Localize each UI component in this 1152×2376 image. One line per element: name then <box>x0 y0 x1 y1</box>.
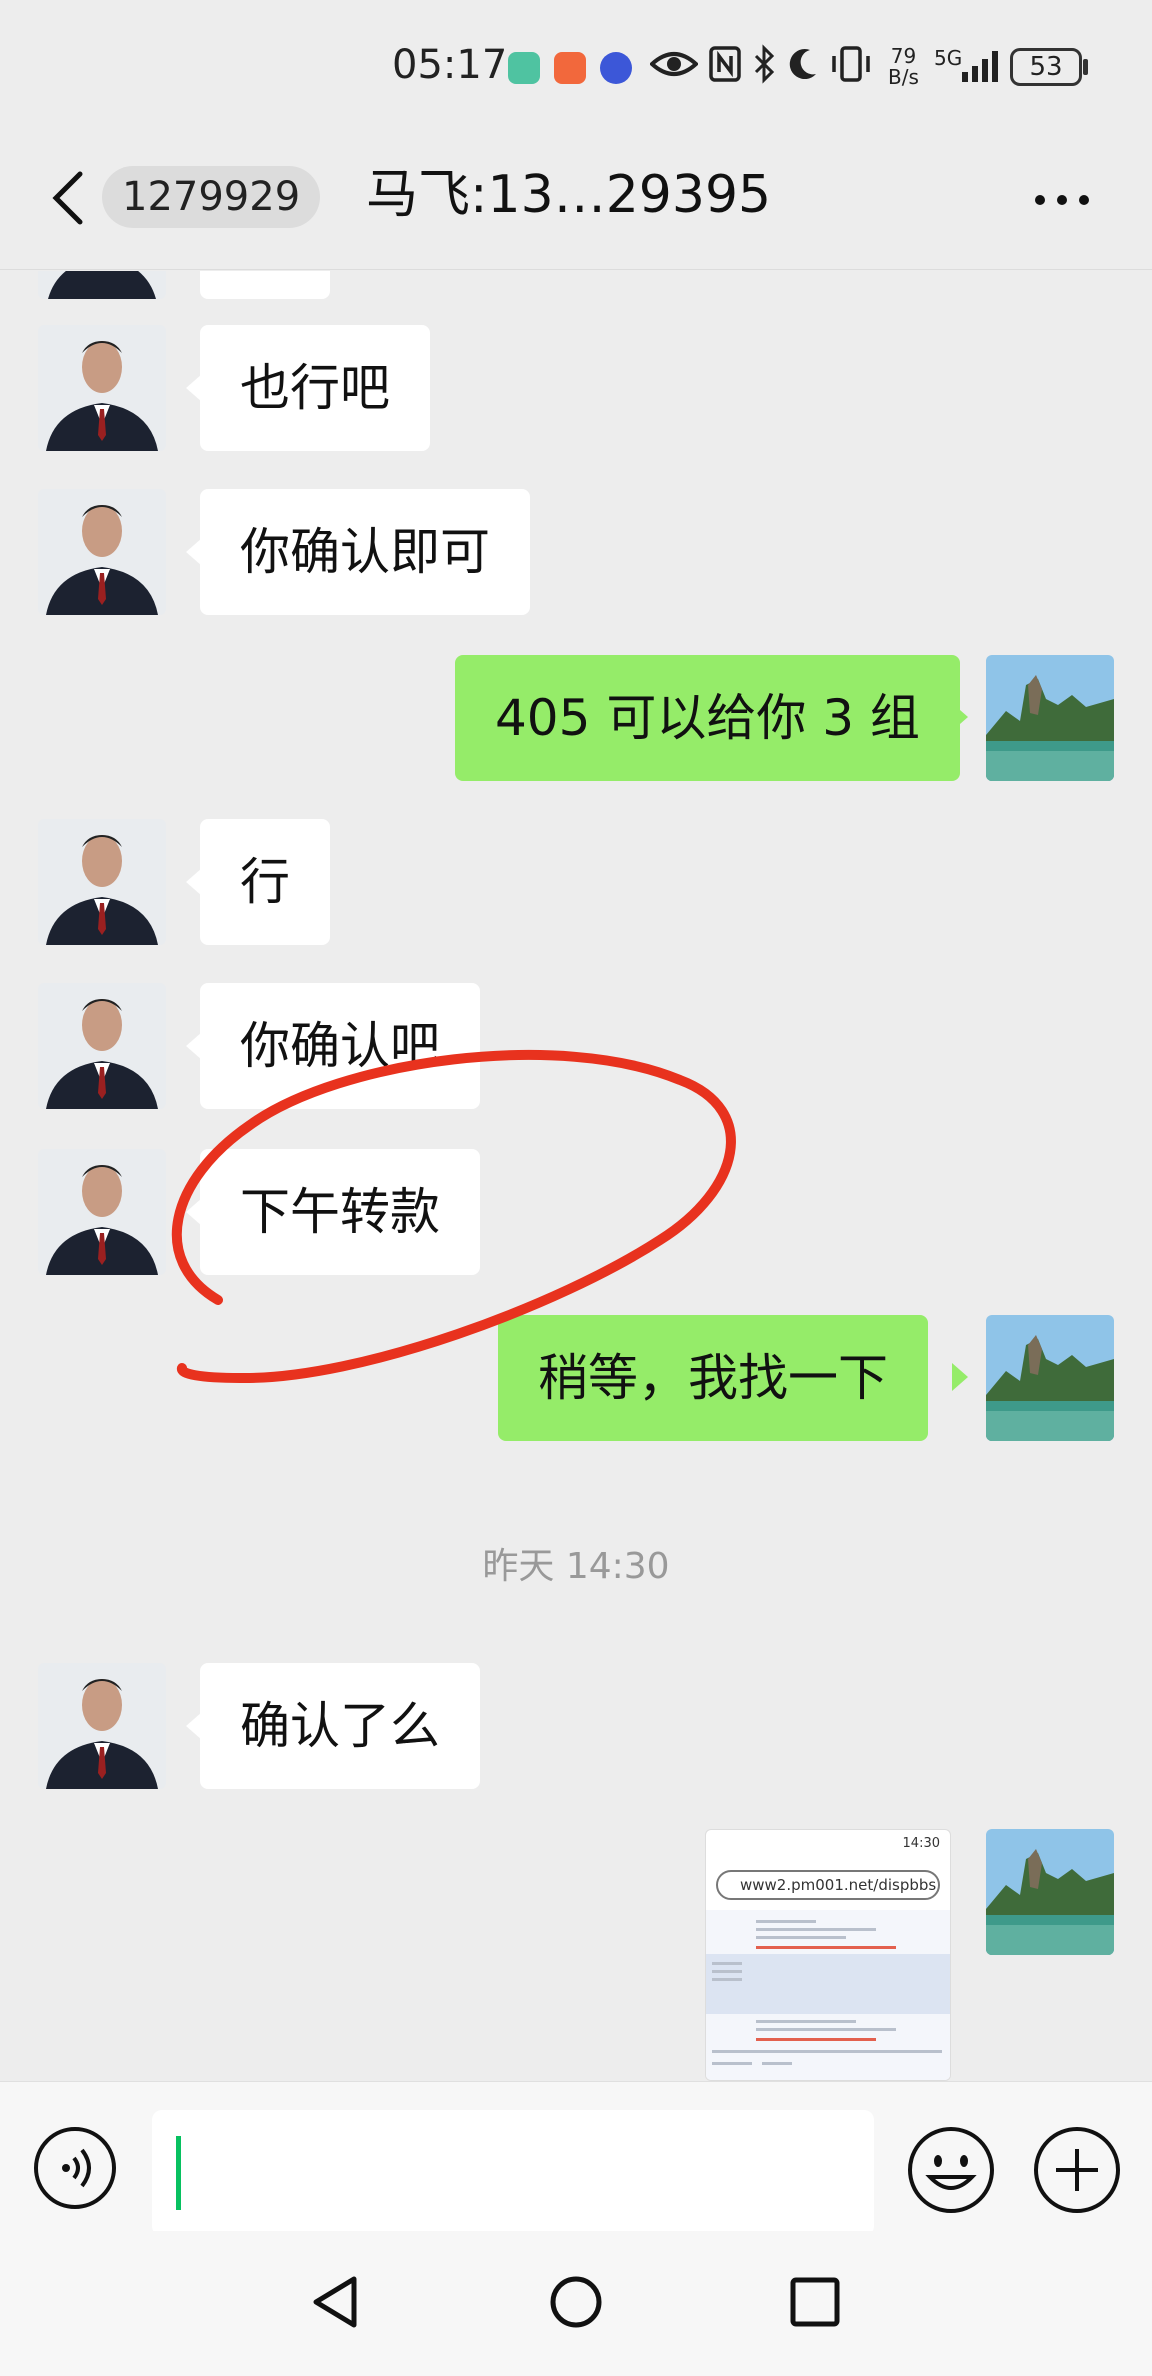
my-avatar[interactable] <box>986 655 1114 781</box>
status-bar: 05:17 79 B/s 5G 53 <box>0 0 1152 130</box>
screenshot-url-bar: www2.pm001.net/dispbbs.a <box>716 1870 940 1900</box>
emoji-button[interactable] <box>906 2125 996 2215</box>
my-avatar[interactable] <box>986 1315 1114 1441</box>
sticker-app-icon <box>600 52 632 84</box>
contact-avatar[interactable] <box>38 1663 166 1789</box>
more-options-button[interactable] <box>1030 182 1094 218</box>
screenshot-status-time: 14:30 <box>902 1836 940 1851</box>
contact-avatar[interactable] <box>38 819 166 945</box>
contact-avatar[interactable] <box>38 325 166 451</box>
voice-input-button[interactable] <box>32 2125 118 2211</box>
network-speed-value: 79 <box>890 44 917 68</box>
outgoing-message[interactable]: 405 可以给你 3 组 <box>455 655 960 781</box>
square-recents-icon <box>790 2277 840 2327</box>
chat-header: 1279929 马飞:13…29395 <box>0 130 1152 270</box>
message-input[interactable] <box>152 2110 874 2236</box>
eye-icon <box>649 42 699 97</box>
do-not-disturb-moon-icon <box>786 42 820 97</box>
circle-home-icon <box>550 2276 602 2328</box>
vibrate-icon <box>828 42 874 97</box>
network-speed-unit: B/s <box>888 65 919 89</box>
contact-avatar[interactable] <box>38 489 166 615</box>
nav-back-button[interactable] <box>302 2267 372 2337</box>
message-list[interactable]: 也行吧 你确认即可 405 可以给你 3 组 行 你确认吧 下午转款 稍等，我找… <box>0 271 1152 2081</box>
triangle-back-icon <box>313 2276 357 2328</box>
contact-avatar[interactable] <box>38 271 166 299</box>
incoming-message[interactable]: 你确认吧 <box>200 983 480 1109</box>
unread-count-badge[interactable]: 1279929 <box>102 166 321 228</box>
chat-title: 马飞:13…29395 <box>366 165 772 225</box>
message-timestamp: 昨天 14:30 <box>482 1546 670 1587</box>
screenshot-page-body <box>706 1910 950 2080</box>
emoji-icon <box>908 2127 994 2213</box>
chevron-left-icon <box>52 171 83 225</box>
my-avatar[interactable] <box>986 1829 1114 1955</box>
text-caret <box>176 2136 181 2210</box>
system-navigation-bar <box>0 2231 1152 2376</box>
message-bubble-cropped[interactable] <box>200 271 330 299</box>
nav-recents-button[interactable] <box>780 2267 850 2337</box>
more-dots-icon <box>1035 195 1089 205</box>
contact-avatar[interactable] <box>38 983 166 1109</box>
clock-app-icon <box>554 52 586 84</box>
battery-indicator: 53 <box>1010 48 1082 86</box>
plus-icon <box>1034 2127 1120 2213</box>
image-message[interactable]: 14:30 www2.pm001.net/dispbbs.a <box>705 1829 951 2081</box>
battery-nub <box>1083 59 1088 75</box>
network-speed: 79 B/s <box>888 46 919 88</box>
bubble-tail <box>952 703 968 731</box>
back-button[interactable] <box>44 166 94 230</box>
app-notification-icon <box>508 52 540 84</box>
bluetooth-icon <box>752 42 778 97</box>
incoming-message[interactable]: 你确认即可 <box>200 489 530 615</box>
incoming-message[interactable]: 行 <box>200 819 330 945</box>
bubble-tail <box>952 1363 968 1391</box>
outgoing-message[interactable]: 稍等，我找一下 <box>498 1315 928 1441</box>
contact-avatar[interactable] <box>38 1149 166 1275</box>
incoming-message[interactable]: 确认了么 <box>200 1663 480 1789</box>
status-time: 05:17 <box>392 42 508 88</box>
signal-icon: 5G <box>934 46 1004 86</box>
nfc-icon <box>708 42 742 97</box>
nav-home-button[interactable] <box>541 2267 611 2337</box>
more-functions-button[interactable] <box>1032 2125 1122 2215</box>
input-bar <box>0 2081 1152 2236</box>
incoming-message[interactable]: 也行吧 <box>200 325 430 451</box>
incoming-message[interactable]: 下午转款 <box>200 1149 480 1275</box>
voice-icon <box>34 2127 116 2209</box>
